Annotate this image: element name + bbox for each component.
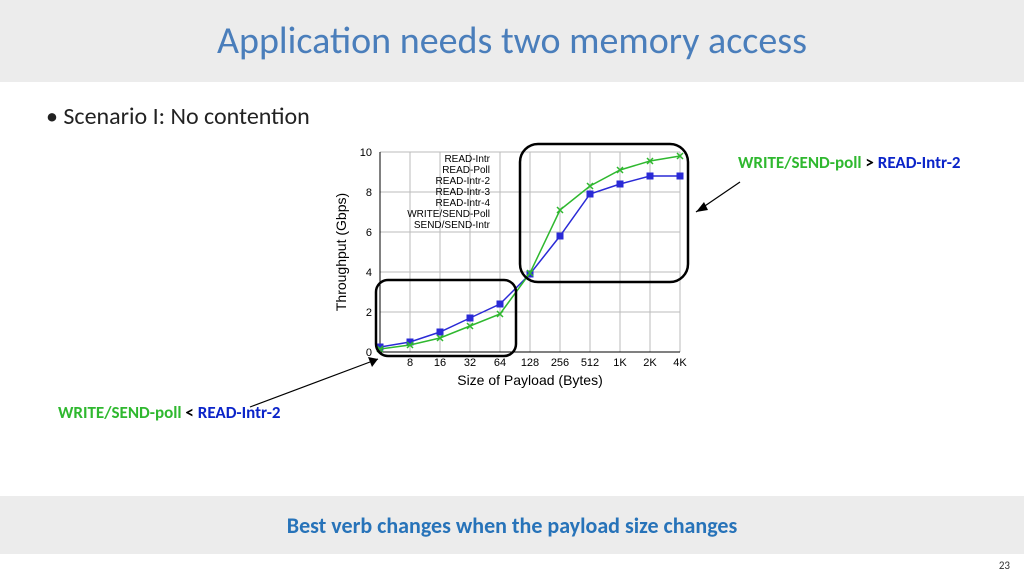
annotation-right-sep: > [862,152,878,173]
legend-item: READ-Intr [444,154,490,165]
ytick: 6 [366,227,372,239]
annotation-left-a: WRITE/SEND-poll [58,402,182,423]
legend-item: SEND/SEND-Intr [414,220,491,231]
xtick: 1K [613,357,627,369]
legend-item: READ-Intr-2 [436,176,491,187]
ytick: 0 [366,347,372,359]
throughput-chart: 0 2 4 6 8 10 8 16 32 64 128 256 512 1K 2… [330,142,700,392]
title-bar: Application needs two memory access [0,0,1024,82]
xtick: 64 [494,357,506,369]
slide-title: Application needs two memory access [217,18,807,64]
xtick: 128 [521,357,539,369]
annotation-right-a: WRITE/SEND-poll [738,152,862,173]
legend-item: READ-Intr-3 [436,187,491,198]
page-number: 23 [999,559,1010,572]
xtick: 8 [407,357,413,369]
legend-item: READ-Poll [442,165,490,176]
ytick: 8 [366,187,372,199]
annotation-left: WRITE/SEND-poll < READ-Intr-2 [58,402,281,423]
legend-item: READ-Intr-4 [436,198,491,209]
xtick: 16 [434,357,446,369]
annotation-left-sep: < [182,402,198,423]
annotation-left-b: READ-Intr-2 [198,402,281,423]
ytick: 2 [366,307,372,319]
bullet-scenario: Scenario I: No contention [46,102,310,131]
annotation-right-b: READ-Intr-2 [878,152,961,173]
footer-bar: Best verb changes when the payload size … [0,496,1024,554]
xtick: 32 [464,357,476,369]
x-axis-label: Size of Payload (Bytes) [457,372,603,388]
xtick: 512 [581,357,599,369]
y-axis-label: Throughput (Gbps) [333,193,349,311]
xtick: 4K [673,357,687,369]
xtick: 2K [643,357,657,369]
xtick: 256 [551,357,569,369]
slide-body: Scenario I: No contention [0,82,1024,496]
ytick: 10 [360,147,372,159]
ytick: 4 [366,267,372,279]
annotation-right: WRITE/SEND-poll > READ-Intr-2 [738,152,961,173]
callout-box-high [520,144,688,282]
footer-text: Best verb changes when the payload size … [287,512,738,539]
legend-item: WRITE/SEND-Poll [407,209,490,220]
